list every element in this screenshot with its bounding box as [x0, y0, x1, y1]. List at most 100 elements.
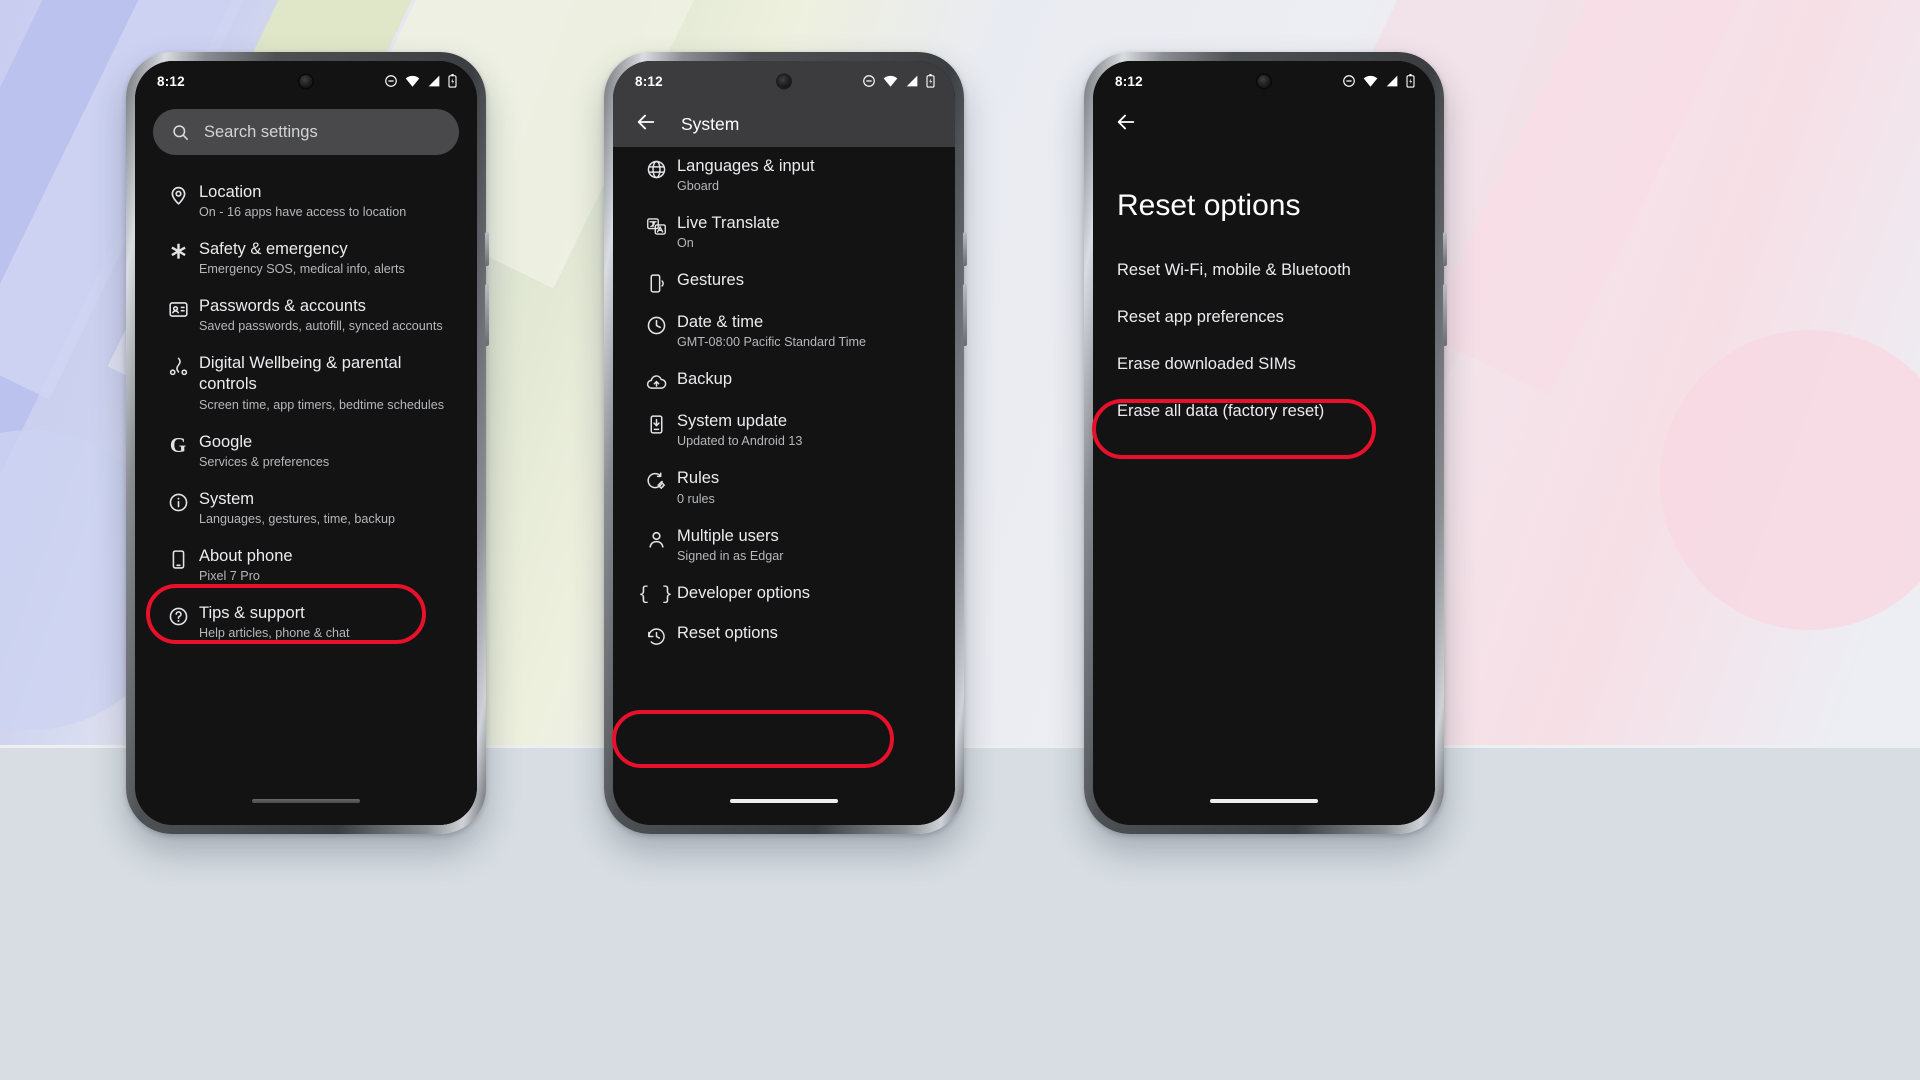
signal-icon	[1386, 75, 1398, 87]
item-subtitle: Signed in as Edgar	[677, 548, 784, 563]
sidebar-item-location[interactable]: Location On - 16 apps have access to loc…	[135, 173, 477, 230]
item-subtitle: On - 16 apps have access to location	[199, 205, 407, 220]
do-not-disturb-icon	[385, 75, 397, 87]
status-icon-group	[862, 74, 935, 88]
item-subtitle: Help articles, phone & chat	[199, 625, 350, 640]
gesture-nav-bar[interactable]	[730, 799, 838, 803]
do-not-disturb-icon	[863, 75, 875, 87]
sidebar-item-system[interactable]: System Languages, gestures, time, backup	[135, 480, 477, 537]
item-title: About phone	[199, 546, 293, 565]
list-item-system-update[interactable]: System update Updated to Android 13	[613, 402, 955, 459]
rules-icon	[635, 468, 677, 492]
list-item-reset-wifi-mobile-bluetooth[interactable]: Reset Wi-Fi, mobile & Bluetooth	[1093, 247, 1435, 294]
list-item-reset-app-preferences[interactable]: Reset app preferences	[1093, 294, 1435, 341]
system-update-icon	[635, 411, 677, 435]
volume-button[interactable]	[1443, 232, 1447, 266]
item-title: Tips & support	[199, 603, 305, 622]
item-subtitle: Services & preferences	[199, 454, 330, 469]
settings-list[interactable]: Location On - 16 apps have access to loc…	[135, 157, 477, 651]
item-subtitle: 0 rules	[677, 491, 715, 506]
location-pin-icon	[157, 182, 199, 206]
partial-icon	[157, 157, 199, 160]
signal-icon	[906, 75, 918, 87]
item-subtitle: GMT-08:00 Pacific Standard Time	[677, 335, 866, 350]
list-item-multiple-users[interactable]: Multiple users Signed in as Edgar	[613, 517, 955, 574]
clock-icon	[635, 312, 677, 336]
phone-reset-options: 8:12 Reset options Reset Wi-Fi, mobile &…	[1084, 52, 1447, 834]
history-reset-icon	[635, 623, 677, 647]
list-item-erase-downloaded-sims[interactable]: Erase downloaded SIMs	[1093, 341, 1435, 388]
wifi-icon	[405, 75, 420, 87]
sidebar-item-safety-emergency[interactable]: Safety & emergency Emergency SOS, medica…	[135, 230, 477, 287]
sidebar-item-google[interactable]: G Google Services & preferences	[135, 423, 477, 480]
toolbar: System	[613, 101, 955, 147]
list-item-reset-options[interactable]: Reset options	[613, 614, 955, 656]
list-item-languages-input[interactable]: Languages & input Gboard	[613, 147, 955, 204]
front-camera-icon	[299, 75, 313, 88]
power-button[interactable]	[485, 284, 489, 346]
search-placeholder: Search settings	[204, 122, 318, 141]
gesture-nav-bar[interactable]	[1210, 799, 1318, 803]
item-subtitle: Updated to Android 13	[677, 434, 803, 449]
item-subtitle: Emergency SOS, medical info, alerts	[199, 262, 405, 277]
do-not-disturb-icon	[1343, 75, 1355, 87]
status-icon-group	[384, 74, 457, 88]
sidebar-item-tips-support[interactable]: Tips & support Help articles, phone & ch…	[135, 594, 477, 651]
sidebar-item-digital-wellbeing[interactable]: Digital Wellbeing & parental controls Sc…	[135, 344, 477, 422]
battery-charging-icon	[926, 74, 935, 88]
list-item-gestures[interactable]: Gestures	[613, 261, 955, 303]
status-time: 8:12	[1115, 73, 1143, 89]
info-circle-icon	[157, 489, 199, 513]
page-title: Reset options	[1117, 189, 1301, 222]
list-item-live-translate[interactable]: Live Translate On	[613, 204, 955, 261]
phone-settings-root: 8:12 Search settings Location On - 16 ap…	[126, 52, 489, 834]
item-title: Gestures	[677, 271, 744, 290]
live-translate-icon	[635, 213, 677, 237]
asterisk-icon	[157, 239, 199, 263]
item-title: Google	[199, 432, 253, 451]
list-item-partial[interactable]	[135, 157, 477, 173]
item-title: Location	[199, 183, 262, 201]
battery-charging-icon	[1406, 74, 1415, 88]
back-arrow-icon[interactable]	[635, 111, 657, 138]
screen-settings-root: 8:12 Search settings Location On - 16 ap…	[135, 61, 477, 825]
sidebar-item-passwords-accounts[interactable]: Passwords & accounts Saved passwords, au…	[135, 287, 477, 344]
reset-options-list[interactable]: Reset Wi-Fi, mobile & Bluetooth Reset ap…	[1093, 247, 1435, 435]
list-item-erase-all-data[interactable]: Erase all data (factory reset)	[1093, 388, 1435, 435]
toolbar-title: System	[681, 113, 740, 134]
power-button[interactable]	[1443, 284, 1447, 346]
item-title: Languages & input	[677, 157, 815, 175]
list-item-rules[interactable]: Rules 0 rules	[613, 459, 955, 516]
item-title: Live Translate	[677, 214, 780, 233]
screen-system: 8:12 System Languages & input Gboard Liv…	[613, 61, 955, 825]
search-input[interactable]: Search settings	[153, 109, 459, 155]
battery-charging-icon	[448, 74, 457, 88]
signal-icon	[428, 75, 440, 87]
sidebar-item-about-phone[interactable]: About phone Pixel 7 Pro	[135, 537, 477, 594]
status-time: 8:12	[157, 73, 185, 89]
wifi-icon	[883, 75, 898, 87]
item-subtitle: On	[677, 236, 694, 251]
power-button[interactable]	[963, 284, 967, 346]
volume-button[interactable]	[963, 232, 967, 266]
item-title: Digital Wellbeing & parental controls	[199, 354, 402, 394]
passwords-icon	[157, 296, 199, 320]
volume-button[interactable]	[485, 232, 489, 266]
back-arrow-icon[interactable]	[1115, 111, 1137, 138]
list-item-backup[interactable]: Backup	[613, 360, 955, 402]
status-icon-group	[1342, 74, 1415, 88]
item-subtitle: Saved passwords, autofill, synced accoun…	[199, 319, 443, 334]
item-title: Rules	[677, 469, 720, 488]
item-title: Multiple users	[677, 526, 779, 545]
list-item-date-time[interactable]: Date & time GMT-08:00 Pacific Standard T…	[613, 303, 955, 360]
list-item-developer-options[interactable]: { } Developer options	[613, 574, 955, 614]
item-subtitle: Gboard	[677, 179, 720, 194]
gestures-icon	[635, 270, 677, 294]
status-time: 8:12	[635, 73, 663, 89]
toolbar	[1093, 101, 1435, 147]
phone-system: 8:12 System Languages & input Gboard Liv…	[604, 52, 967, 834]
item-title: Date & time	[677, 313, 764, 332]
cloud-upload-icon	[635, 369, 677, 393]
item-title: System update	[677, 412, 788, 431]
system-list[interactable]: Languages & input Gboard Live Translate …	[613, 147, 955, 656]
